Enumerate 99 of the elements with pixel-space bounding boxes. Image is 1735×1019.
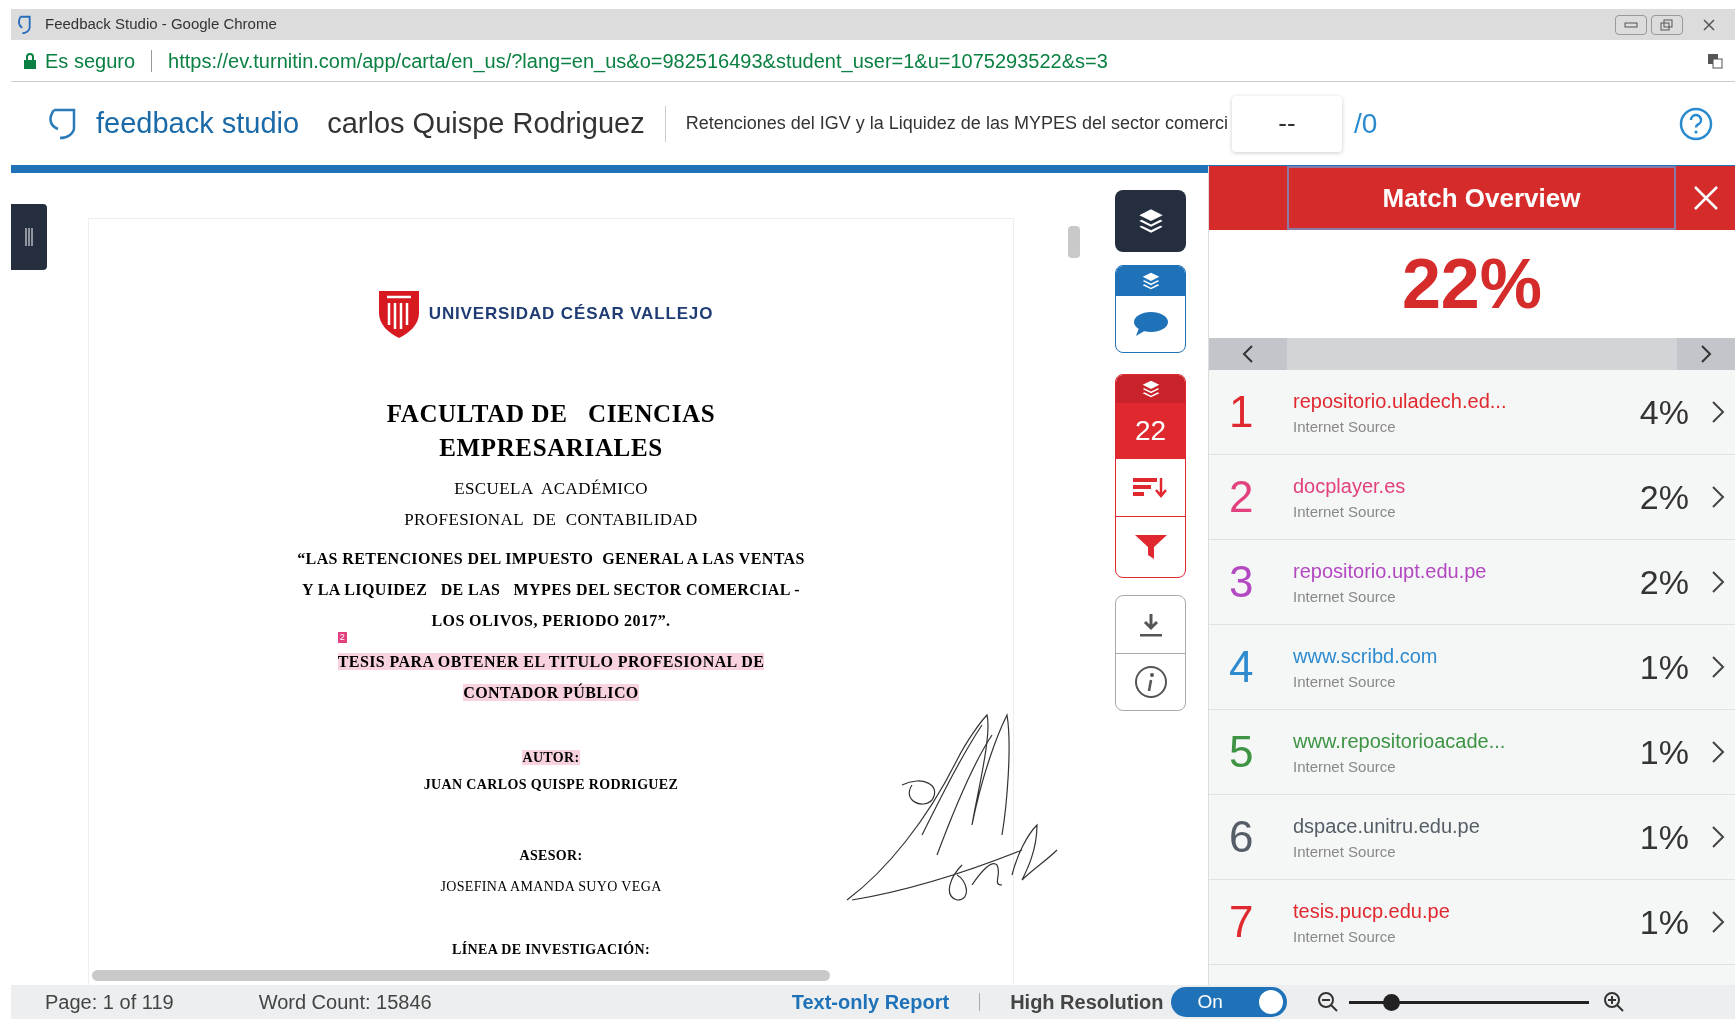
- filter-icon: [1133, 533, 1168, 561]
- secure-label: Es seguro: [45, 48, 136, 74]
- match-rank: 3: [1229, 556, 1255, 608]
- horizontal-scrollbar[interactable]: [92, 970, 830, 981]
- shield-logo-icon: [376, 289, 421, 339]
- high-resolution-toggle[interactable]: On: [1171, 987, 1288, 1017]
- match-row[interactable]: 2 docplayer.es Internet Source 2%: [1209, 455, 1735, 540]
- match-rank: 1: [1229, 386, 1255, 438]
- match-percent: 1%: [1639, 901, 1689, 943]
- source-name: repositorio.upt.edu.pe: [1293, 558, 1488, 584]
- vertical-scrollbar[interactable]: [1068, 226, 1080, 258]
- match-percent: 4%: [1639, 391, 1689, 433]
- sidebar-handle[interactable]: [11, 204, 47, 270]
- match-row[interactable]: 4 www.scribd.com Internet Source 1%: [1209, 625, 1735, 710]
- text-only-report-link[interactable]: Text-only Report: [791, 987, 950, 1017]
- document-line: PROFESIONAL DE CONTABILIDAD: [404, 510, 698, 529]
- chevron-right-icon: [1711, 825, 1725, 849]
- layers-icon: [1140, 379, 1161, 399]
- match-rank: 6: [1229, 811, 1255, 863]
- student-name: carlos Quispe Rodriguez: [327, 105, 645, 141]
- paper-title: Retenciones del IGV y la Liquidez de las MYPES del sector comerci: [685, 112, 1228, 135]
- source-name: www.repositorioacade...: [1293, 728, 1507, 754]
- source-type: Internet Source: [1293, 416, 1397, 437]
- zoom-in-icon[interactable]: [1603, 991, 1626, 1013]
- chevron-right-icon: [1711, 485, 1725, 509]
- document-line: FACULTAD DE CIENCIAS: [386, 400, 716, 427]
- match-rank: 7: [1229, 896, 1255, 948]
- chevron-right-icon: [1711, 910, 1725, 934]
- match-percent: 2%: [1639, 561, 1689, 603]
- lock-icon: [23, 52, 37, 69]
- close-icon: [1703, 18, 1715, 31]
- minimize-icon: [1624, 21, 1638, 28]
- speech-bubble-icon: [1132, 311, 1169, 337]
- panel-title: Match Overview: [1287, 166, 1676, 230]
- page-indicator: Page: 1 of 119: [45, 990, 174, 1015]
- document-line: Y LA LIQUIDEZ DE LAS MYPES DEL SECTOR COMERCIAL -: [301, 581, 801, 598]
- grip-icon: [25, 228, 33, 246]
- match-percent: 1%: [1639, 731, 1689, 773]
- match-rank: 5: [1229, 726, 1255, 778]
- match-percent: 1%: [1639, 646, 1689, 688]
- chevron-left-icon: [1242, 344, 1254, 364]
- match-marker[interactable]: 2: [337, 632, 347, 643]
- similarity-score: 22%: [1401, 243, 1543, 325]
- close-icon: [1692, 185, 1719, 211]
- download-icon: [1138, 611, 1163, 638]
- chevron-right-icon: [1711, 400, 1725, 424]
- document-line: “LAS RETENCIONES DEL IMPUESTO GENERAL A LAS VENTAS: [297, 550, 805, 567]
- document-line: ESCUELA ACADÉMICO: [454, 479, 648, 498]
- document-line: ASESOR:: [519, 848, 583, 863]
- source-type: Internet Source: [1293, 671, 1397, 692]
- match-row[interactable]: 1 repositorio.uladech.ed... Internet Source 4%: [1209, 370, 1735, 455]
- document-line: EMPRESARIALES: [439, 434, 663, 461]
- chevron-right-icon: [1700, 344, 1712, 364]
- restore-icon: [1660, 18, 1674, 31]
- help-icon[interactable]: [1679, 106, 1713, 141]
- address-field[interactable]: https://ev.turnitin.com/app/carta/en_us/?lang=en_us&o=982516493&student_user=1&u=1075293522&s=3: [168, 45, 1108, 76]
- match-row[interactable]: 6 dspace.unitru.edu.pe Internet Source 1%: [1209, 795, 1735, 880]
- match-row[interactable]: 7 tesis.pucp.edu.pe Internet Source 1%: [1209, 880, 1735, 965]
- chevron-right-icon: [1711, 655, 1725, 679]
- university-name: UNIVERSIDAD CÉSAR VALLEJO: [428, 303, 714, 326]
- zoom-slider-thumb[interactable]: [1382, 993, 1400, 1011]
- translate-icon: [1707, 52, 1723, 69]
- info-icon: [1133, 665, 1168, 699]
- source-type: Internet Source: [1293, 841, 1397, 862]
- restore-button[interactable]: [1651, 14, 1683, 35]
- match-rank: 4: [1229, 641, 1255, 693]
- layers-icon: [1140, 271, 1161, 291]
- logo-text: feedback studio: [96, 105, 300, 141]
- source-name: www.scribd.com: [1293, 643, 1439, 669]
- match-percent: 2%: [1639, 476, 1689, 518]
- source-type: Internet Source: [1293, 926, 1397, 947]
- document-line: JUAN CARLOS QUISPE RODRIGUEZ: [423, 777, 679, 792]
- window-title: Feedback Studio - Google Chrome: [45, 14, 277, 35]
- document-line: LOS OLIVOS, PERIODO 2017”.: [431, 612, 671, 629]
- source-type: Internet Source: [1293, 501, 1397, 522]
- source-name: docplayer.es: [1293, 473, 1407, 499]
- word-count: Word Count: 15846: [258, 990, 432, 1015]
- layers-button[interactable]: [1115, 190, 1186, 252]
- match-row[interactable]: 3 repositorio.upt.edu.pe Internet Source 2%: [1209, 540, 1735, 625]
- source-type: Internet Source: [1293, 756, 1397, 777]
- chevron-right-icon: [1711, 570, 1725, 594]
- grade-field[interactable]: --: [1231, 95, 1342, 152]
- chevron-right-icon: [1711, 740, 1725, 764]
- zoom-slider[interactable]: [1349, 993, 1590, 1011]
- match-row[interactable]: 5 www.repositorioacade... Internet Source 1%: [1209, 710, 1735, 795]
- source-type: Internet Source: [1293, 586, 1397, 607]
- high-resolution-label: High Resolution: [1010, 990, 1164, 1015]
- match-percent: 1%: [1639, 816, 1689, 858]
- source-name: tesis.pucp.edu.pe: [1293, 898, 1451, 924]
- document-line: LÍNEA DE INVESTIGACIÓN:: [452, 942, 650, 957]
- match-count-button[interactable]: 22: [1116, 403, 1185, 459]
- match-rank: 2: [1229, 471, 1255, 523]
- document-line: JOSEFINA AMANDA SUYO VEGA: [440, 879, 662, 894]
- source-name: repositorio.uladech.ed...: [1293, 388, 1508, 414]
- next-button[interactable]: [1677, 338, 1735, 370]
- sort-icon: [1132, 475, 1169, 500]
- zoom-out-icon[interactable]: [1317, 991, 1340, 1013]
- source-name: dspace.unitru.edu.pe: [1293, 813, 1481, 839]
- grade-total: /0: [1353, 106, 1378, 141]
